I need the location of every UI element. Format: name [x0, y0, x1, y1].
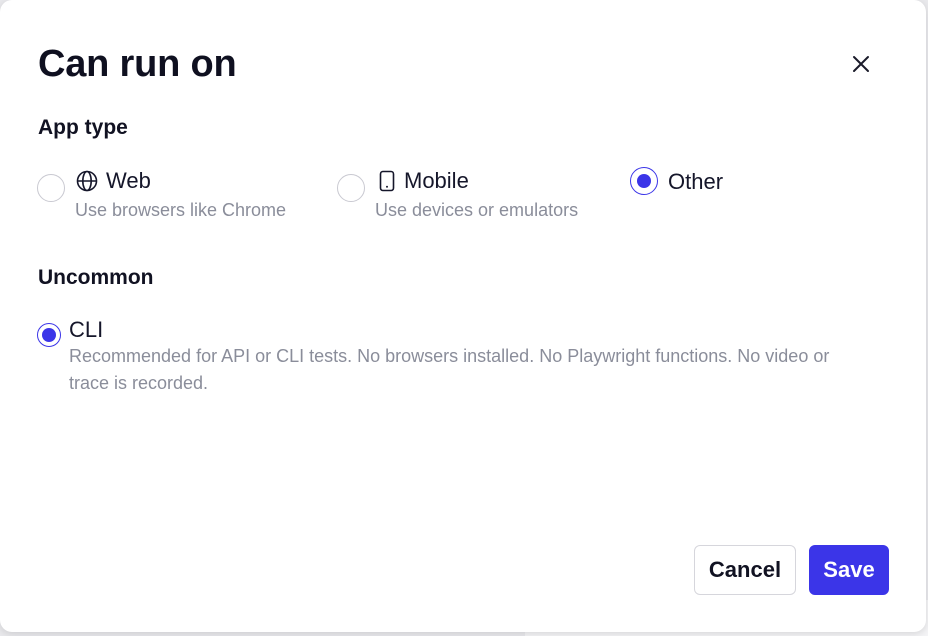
mobile-phone-icon: [379, 170, 395, 192]
cli-description: Recommended for API or CLI tests. No bro…: [69, 346, 830, 393]
other-label: Other: [668, 169, 724, 194]
app-type-option-mobile[interactable]: Mobile Use devices or emulators: [337, 167, 622, 229]
app-type-option-web[interactable]: Web Use browsers like Chrome: [37, 167, 322, 229]
mobile-description: Use devices or emulators: [375, 200, 579, 220]
mobile-radio[interactable]: [337, 174, 365, 202]
close-icon: [853, 56, 869, 72]
close-button[interactable]: [846, 49, 876, 79]
app-type-heading: App type: [38, 116, 128, 139]
mobile-option-label-row: Mobile: [378, 167, 469, 195]
cli-radio[interactable]: [37, 323, 61, 347]
can-run-on-dialog: Can run on App type Web Use browsers lik…: [0, 0, 926, 632]
web-radio[interactable]: [37, 174, 65, 202]
save-button[interactable]: Save: [809, 545, 889, 595]
cancel-button[interactable]: Cancel: [694, 545, 796, 595]
web-label: Web: [106, 168, 151, 193]
mobile-label: Mobile: [404, 168, 469, 193]
dialog-title: Can run on: [38, 43, 237, 85]
uncommon-option-cli[interactable]: CLI Recommended for API or CLI tests. No…: [37, 316, 877, 396]
cli-label: CLI: [69, 317, 104, 342]
web-description: Use browsers like Chrome: [75, 200, 287, 220]
globe-icon: [76, 170, 98, 192]
other-radio[interactable]: [630, 167, 658, 195]
app-type-option-other[interactable]: Other: [630, 167, 770, 199]
web-option-label-row: Web: [76, 167, 151, 195]
uncommon-heading: Uncommon: [38, 266, 154, 289]
